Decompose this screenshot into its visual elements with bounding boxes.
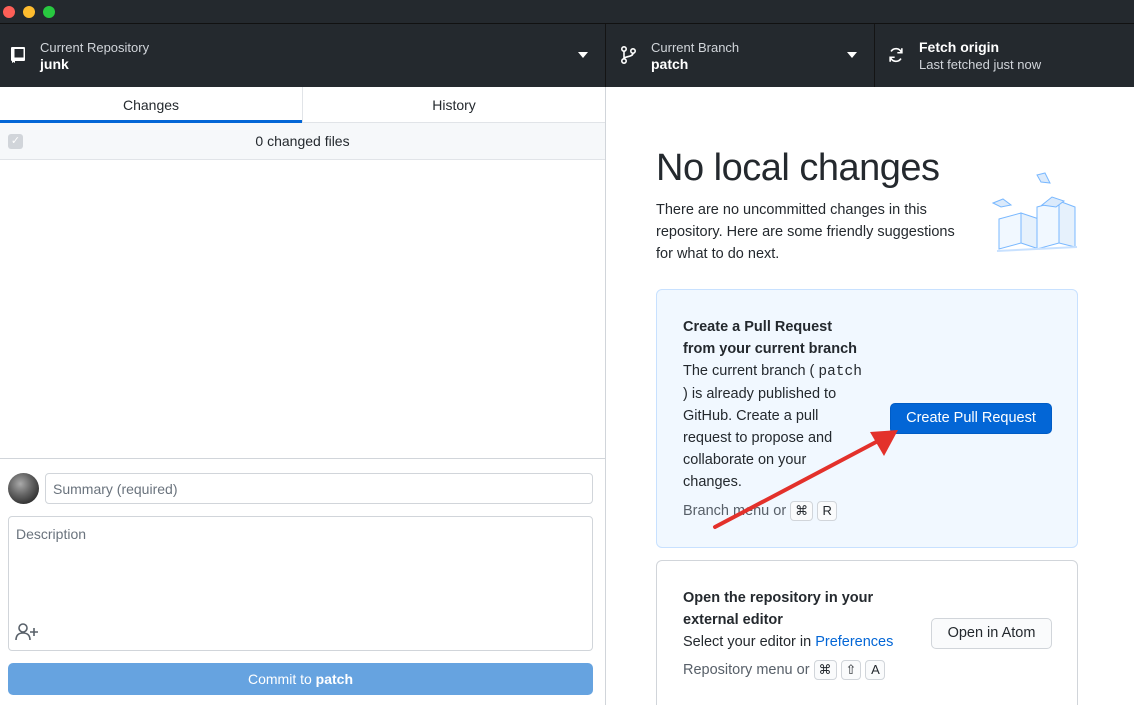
changed-files-header: ✓ 0 changed files (0, 123, 605, 160)
r-key: R (817, 501, 838, 521)
branch-text: Current Branch patch (651, 39, 739, 73)
create-pull-request-card: Create a Pull Request from your current … (656, 289, 1078, 548)
editor-card-body: Select your editor in Preferences (683, 631, 923, 653)
pr-card-text: Create a Pull Request from your current … (683, 316, 868, 493)
commit-button-prefix: Commit to (247, 671, 312, 687)
editor-card-text: Open the repository in your external edi… (683, 587, 923, 653)
toolbar: Current Repository junk Current Branch p… (0, 23, 1134, 87)
page-subtitle: There are no uncommitted changes in this… (656, 202, 955, 262)
repo-icon (11, 47, 25, 63)
repo-label: Current Repository (40, 40, 150, 55)
page-title: No local changes (656, 147, 940, 189)
fetch-label: Fetch origin (919, 39, 1000, 55)
description-input[interactable] (9, 517, 592, 617)
sync-icon (889, 47, 903, 63)
open-in-editor-card: Open the repository in your external edi… (656, 560, 1078, 705)
commit-button-branch: patch (315, 671, 354, 687)
pr-body-prefix: The current branch ( (683, 363, 815, 379)
avatar (8, 473, 39, 504)
chevron-down-icon (847, 52, 857, 58)
editor-card-title: Open the repository in your external edi… (683, 590, 874, 628)
window-close-button[interactable] (3, 6, 15, 18)
command-key: ⌘ (790, 501, 814, 521)
add-coauthor-icon[interactable] (15, 622, 39, 642)
editor-hint-text: Repository menu or (683, 662, 810, 678)
current-repository-dropdown[interactable]: Current Repository junk (0, 24, 606, 87)
commit-message-area: Commit to patch (0, 458, 605, 705)
last-fetched-status: Last fetched just now (919, 57, 1042, 72)
a-key: A (865, 660, 886, 680)
editor-card-shortcut-hint: Repository menu or ⌘ ⇧ A (683, 660, 886, 680)
chevron-down-icon (578, 52, 588, 58)
repo-text: Current Repository junk (40, 39, 149, 73)
preferences-link[interactable]: Preferences (815, 634, 893, 650)
branch-label: Current Branch (651, 40, 740, 55)
fetch-origin-button[interactable]: Fetch origin Last fetched just now (875, 24, 1134, 87)
sidebar-tabs: Changes History (0, 87, 605, 123)
no-changes-view: No local changes There are no uncommitte… (607, 87, 1134, 705)
empty-state-illustration (991, 172, 1078, 252)
summary-input[interactable] (45, 473, 593, 504)
branch-icon (620, 45, 637, 65)
select-all-checkbox[interactable]: ✓ (8, 134, 23, 149)
tab-history[interactable]: History (302, 87, 605, 122)
open-in-atom-button[interactable]: Open in Atom (931, 618, 1052, 649)
window-maximize-button[interactable] (43, 6, 55, 18)
shift-key: ⇧ (840, 660, 862, 680)
pr-card-shortcut-hint: Branch menu or ⌘ R (683, 501, 838, 521)
pr-card-body: The current branch ( patch ) is already … (683, 360, 868, 493)
changes-sidebar: Changes History ✓ 0 changed files Commit… (0, 87, 606, 705)
pr-card-title: Create a Pull Request from your current … (683, 319, 858, 357)
repo-name: junk (40, 56, 69, 72)
pr-body-suffix: ) is already published to GitHub. Create… (683, 386, 837, 490)
editor-body-prefix: Select your editor in (683, 634, 812, 650)
commit-button[interactable]: Commit to patch (8, 663, 593, 695)
pr-hint-text: Branch menu or (683, 503, 787, 519)
tab-changes[interactable]: Changes (0, 87, 302, 123)
description-box (8, 516, 593, 651)
pr-body-branch: patch (818, 364, 862, 380)
create-pull-request-button[interactable]: Create Pull Request (890, 403, 1052, 434)
command-key: ⌘ (813, 660, 837, 680)
branch-name: patch (651, 56, 689, 72)
changed-files-count: 0 changed files (255, 133, 350, 149)
current-branch-dropdown[interactable]: Current Branch patch (606, 24, 875, 87)
fetch-text: Fetch origin Last fetched just now (919, 39, 1041, 73)
window-minimize-button[interactable] (23, 6, 35, 18)
window-titlebar (0, 0, 1134, 23)
